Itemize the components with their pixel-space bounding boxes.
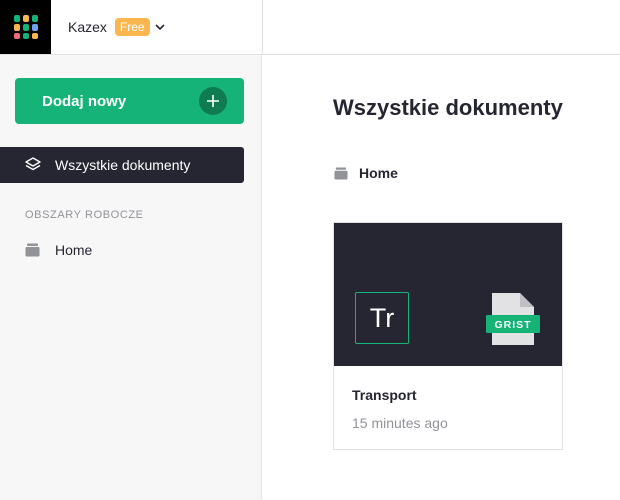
grist-file-icon: GRIST: [486, 293, 540, 345]
nav-all-documents-label: Wszystkie dokumenty: [55, 157, 191, 173]
grist-file-label: GRIST: [494, 319, 531, 331]
app-logo[interactable]: [0, 0, 51, 54]
top-bar: Kazex Free: [0, 0, 620, 55]
document-thumbnail: Tr GRIST: [334, 223, 562, 366]
workspaces-header: OBSZARY ROBOCZE: [25, 209, 144, 221]
document-modified-time: 15 minutes ago: [352, 415, 448, 431]
add-new-label: Dodaj nowy: [42, 92, 127, 110]
chevron-down-icon[interactable]: [154, 21, 166, 33]
breadcrumb: Home: [334, 165, 398, 181]
workspace-item-home[interactable]: Home: [0, 234, 244, 266]
page-title: Wszystkie dokumenty: [333, 95, 563, 120]
document-initials: Tr: [355, 292, 409, 344]
left-panel: Dodaj nowy Wszystkie dokumenty OBSZARY R…: [0, 55, 262, 500]
document-card[interactable]: Tr GRIST Transport 15 minutes ago: [333, 222, 563, 450]
plus-icon: [199, 87, 227, 115]
grist-logo-icon: [13, 15, 38, 39]
layers-icon: [25, 157, 41, 171]
topbar-divider: [262, 0, 263, 55]
workspace-item-label: Home: [55, 242, 93, 258]
folder-icon: [334, 166, 348, 180]
org-name: Kazex: [68, 19, 107, 35]
folder-icon: [25, 243, 40, 257]
nav-all-documents[interactable]: Wszystkie dokumenty: [0, 147, 244, 183]
add-new-button[interactable]: Dodaj nowy: [15, 78, 244, 124]
org-switcher[interactable]: Kazex Free: [68, 18, 166, 36]
document-name: Transport: [352, 387, 417, 403]
plan-badge: Free: [114, 18, 150, 36]
breadcrumb-label: Home: [359, 165, 398, 181]
